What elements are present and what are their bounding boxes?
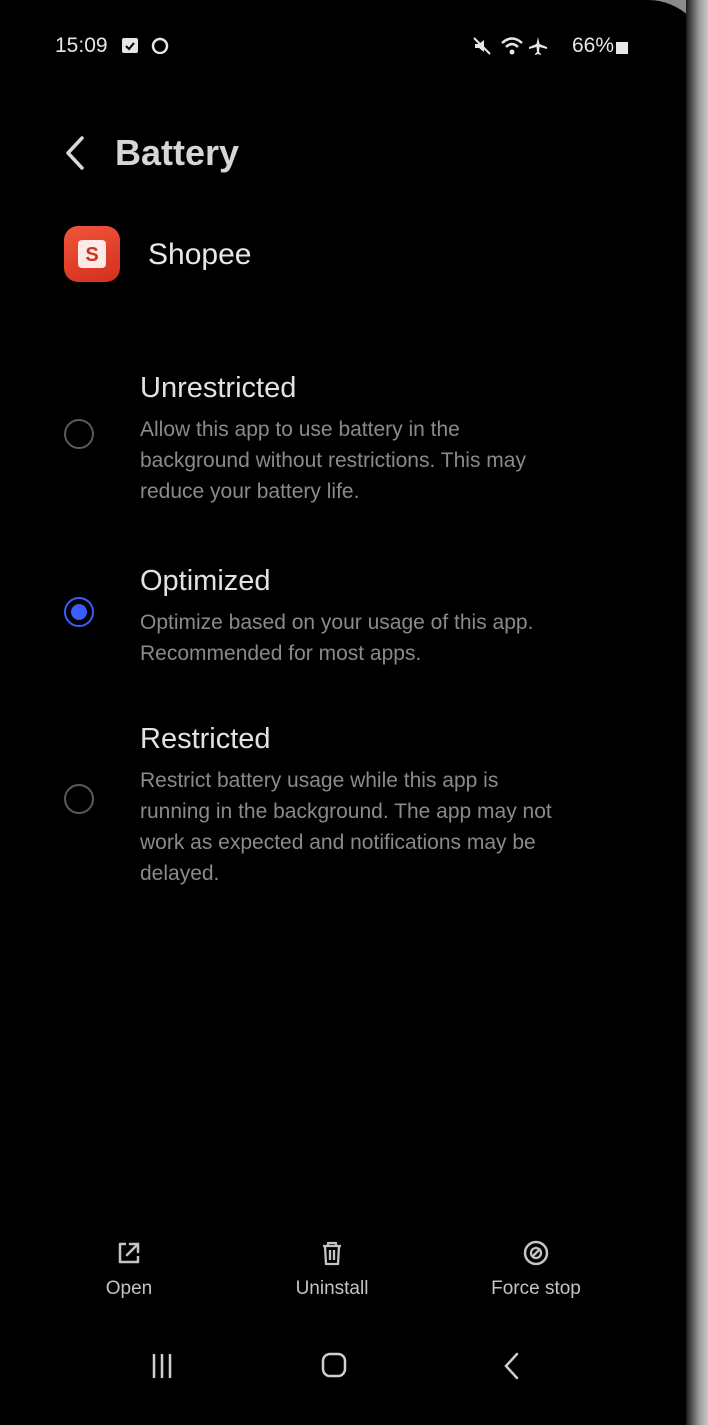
shopee-app-icon: S	[64, 226, 120, 282]
option-optimized[interactable]: Optimized Optimize based on your usage o…	[60, 565, 560, 675]
option-title: Restricted	[140, 723, 271, 755]
nav-back-icon[interactable]	[484, 1340, 540, 1392]
option-title: Optimized	[140, 565, 271, 597]
bottom-actions: Open Uninstall Force stop	[0, 1210, 708, 1320]
clock-icon	[151, 37, 169, 54]
app-info-row[interactable]: S Shopee	[60, 212, 270, 296]
option-description: Restrict battery usage while this app is…	[140, 769, 552, 885]
option-description: Allow this app to use battery in the bac…	[140, 418, 526, 503]
open-label: Open	[105, 1278, 153, 1299]
radio-restricted[interactable]	[64, 784, 94, 814]
option-description: Optimize based on your usage of this app…	[140, 611, 534, 665]
status-time: 15:09	[55, 34, 108, 57]
device-edge	[686, 0, 708, 1425]
shopping-bag-icon: S	[78, 240, 106, 268]
block-icon	[523, 1240, 549, 1266]
battery-percent: 66%	[571, 34, 614, 57]
open-button[interactable]: Open	[54, 1210, 204, 1320]
phone-screen: 15:09 66% Battery S Shopee Unrestricted …	[0, 0, 708, 1425]
home-icon[interactable]	[306, 1340, 362, 1392]
option-restricted[interactable]: Restricted Restrict battery usage while …	[60, 723, 560, 885]
navigation-bar	[0, 1340, 708, 1400]
calendar-icon	[122, 38, 138, 53]
option-unrestricted[interactable]: Unrestricted Allow this app to use batte…	[60, 372, 560, 503]
page-title: Battery	[115, 132, 240, 173]
force-stop-label: Force stop	[491, 1278, 581, 1299]
status-bar: 15:09 66%	[55, 34, 628, 64]
force-stop-button[interactable]: Force stop	[461, 1210, 611, 1320]
option-title: Unrestricted	[140, 372, 297, 404]
radio-unrestricted[interactable]	[64, 419, 94, 449]
airplane-icon	[529, 37, 547, 55]
open-external-icon	[118, 1242, 140, 1264]
trash-icon	[323, 1241, 341, 1266]
uninstall-label: Uninstall	[295, 1278, 369, 1299]
back-arrow-icon[interactable]	[60, 128, 90, 178]
recent-apps-icon[interactable]	[134, 1340, 190, 1392]
app-name: Shopee	[148, 238, 252, 271]
battery-icon	[616, 42, 628, 54]
mute-icon	[473, 37, 491, 55]
uninstall-button[interactable]: Uninstall	[257, 1210, 407, 1320]
radio-optimized[interactable]	[64, 597, 94, 627]
wifi-icon	[501, 37, 523, 55]
